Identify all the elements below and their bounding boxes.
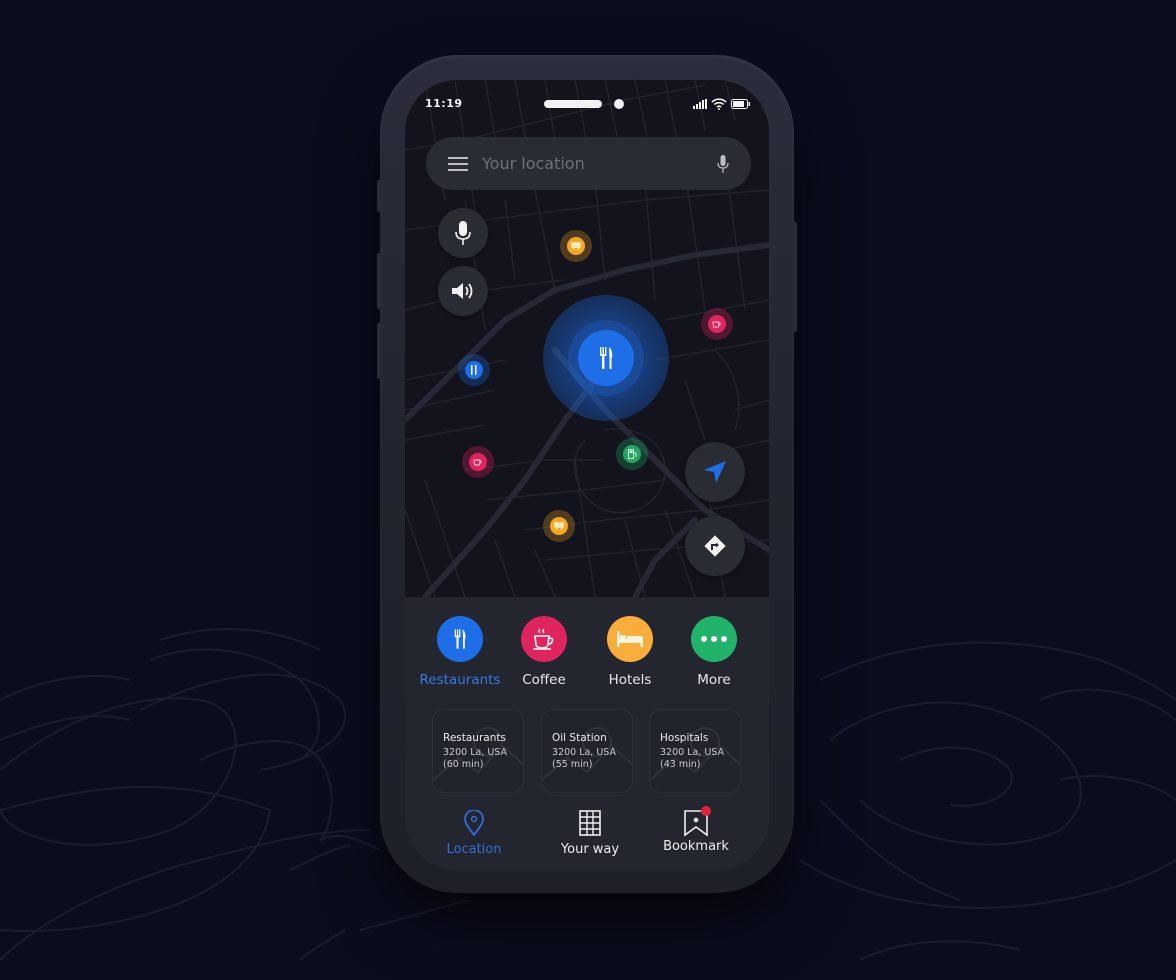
volume-down-button <box>377 323 381 379</box>
place-address: 3200 La, USA <box>552 747 617 758</box>
battery-icon <box>731 99 750 109</box>
place-title: Oil Station <box>552 732 607 744</box>
nav-label: Your way <box>560 842 620 857</box>
signal-icon <box>693 99 707 109</box>
my-location-button[interactable] <box>685 442 745 502</box>
bottom-panel: Restaurants Coffee Hotels More Restauran… <box>405 597 769 870</box>
microphone-icon <box>455 221 471 245</box>
cutlery-icon <box>600 347 613 369</box>
status-bar: 11:19 <box>405 80 769 128</box>
directions-turn-icon <box>704 535 726 557</box>
grid-map-icon <box>579 810 601 836</box>
place-address: 3200 La, USA <box>660 747 725 758</box>
nav-label: Bookmark <box>663 839 729 854</box>
category-label: Hotels <box>608 672 652 688</box>
coffee-icon <box>473 459 482 466</box>
phone-screen: 11:19 Your location Restaurants Coffee H… <box>405 80 769 870</box>
nav-your-way[interactable]: Your way <box>545 810 635 857</box>
category-more[interactable]: More <box>669 616 759 688</box>
voice-search-button[interactable] <box>438 208 488 258</box>
sound-toggle-button[interactable] <box>438 266 488 316</box>
speaker-notch <box>544 100 602 108</box>
search-input[interactable]: Your location <box>482 154 717 173</box>
place-duration: (60 min) <box>443 759 484 770</box>
map-marker-restaurant[interactable] <box>458 354 490 386</box>
map-view[interactable]: 11:19 Your location <box>405 80 769 597</box>
place-duration: (43 min) <box>660 759 701 770</box>
category-label: Restaurants <box>419 672 501 688</box>
category-label: More <box>697 672 731 688</box>
place-title: Hospitals <box>660 732 709 744</box>
bed-icon <box>617 631 643 647</box>
bus-icon <box>554 522 564 530</box>
place-card[interactable]: Oil Station 3200 La, USA (55 min) <box>541 709 633 793</box>
map-marker-gas-station[interactable] <box>616 438 648 470</box>
map-marker-selected-restaurant[interactable] <box>543 295 669 421</box>
volume-up-button <box>377 253 381 309</box>
category-restaurants[interactable]: Restaurants <box>415 616 505 688</box>
bus-icon <box>571 242 581 250</box>
place-duration: (55 min) <box>552 759 593 770</box>
place-card[interactable]: Hospitals 3200 La, USA (43 min) <box>649 709 741 793</box>
gas-station-icon <box>627 449 636 459</box>
nav-bookmark[interactable]: Bookmark <box>651 806 741 854</box>
nav-label: Location <box>446 842 502 857</box>
place-address: 3200 La, USA <box>443 747 508 758</box>
status-time: 11:19 <box>425 97 463 110</box>
speaker-icon <box>452 283 473 299</box>
cutlery-icon <box>471 365 477 375</box>
silent-switch <box>377 180 381 212</box>
map-marker-bus[interactable] <box>560 230 592 262</box>
map-marker-bus[interactable] <box>543 510 575 542</box>
category-coffee[interactable]: Coffee <box>499 616 589 688</box>
navigation-arrow-icon <box>704 461 726 483</box>
nav-location[interactable]: Location <box>429 809 519 857</box>
hamburger-menu-icon[interactable] <box>448 156 468 171</box>
microphone-icon[interactable] <box>717 154 729 173</box>
cutlery-icon <box>454 629 466 649</box>
coffee-icon <box>712 321 721 328</box>
category-label: Coffee <box>522 672 566 688</box>
directions-button[interactable] <box>685 516 745 576</box>
map-marker-coffee[interactable] <box>462 446 494 478</box>
location-pin-icon <box>464 809 484 837</box>
place-title: Restaurants <box>443 732 506 744</box>
wifi-icon <box>711 98 727 110</box>
coffee-cup-icon <box>533 628 554 650</box>
power-button <box>793 222 797 332</box>
place-card[interactable]: Restaurants 3200 La, USA (60 min) <box>432 709 524 793</box>
map-marker-coffee[interactable] <box>701 308 733 340</box>
notification-badge <box>701 806 711 816</box>
front-camera <box>614 99 624 109</box>
more-dots-icon <box>701 636 727 642</box>
search-bar[interactable]: Your location <box>426 137 751 190</box>
category-hotels[interactable]: Hotels <box>585 616 675 688</box>
